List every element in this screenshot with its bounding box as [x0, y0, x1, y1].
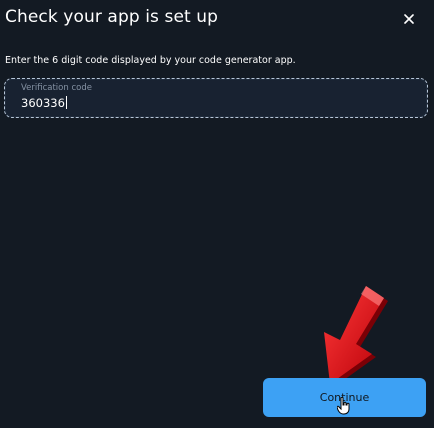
verification-code-value: 360336	[21, 96, 65, 110]
verification-code-field[interactable]: Verification code 360336	[4, 78, 428, 118]
close-button[interactable]	[398, 8, 420, 30]
setup-dialog: Check your app is set up Enter the 6 dig…	[0, 0, 434, 428]
text-caret	[65, 96, 67, 109]
close-icon	[404, 14, 414, 24]
verification-code-input[interactable]: 360336	[21, 96, 67, 110]
red-arrow-annotation-icon	[324, 286, 388, 387]
verification-code-label: Verification code	[21, 83, 92, 93]
hand-pointer-icon	[337, 397, 350, 415]
instruction-text: Enter the 6 digit code displayed by your…	[5, 55, 296, 66]
dialog-title: Check your app is set up	[5, 7, 219, 27]
